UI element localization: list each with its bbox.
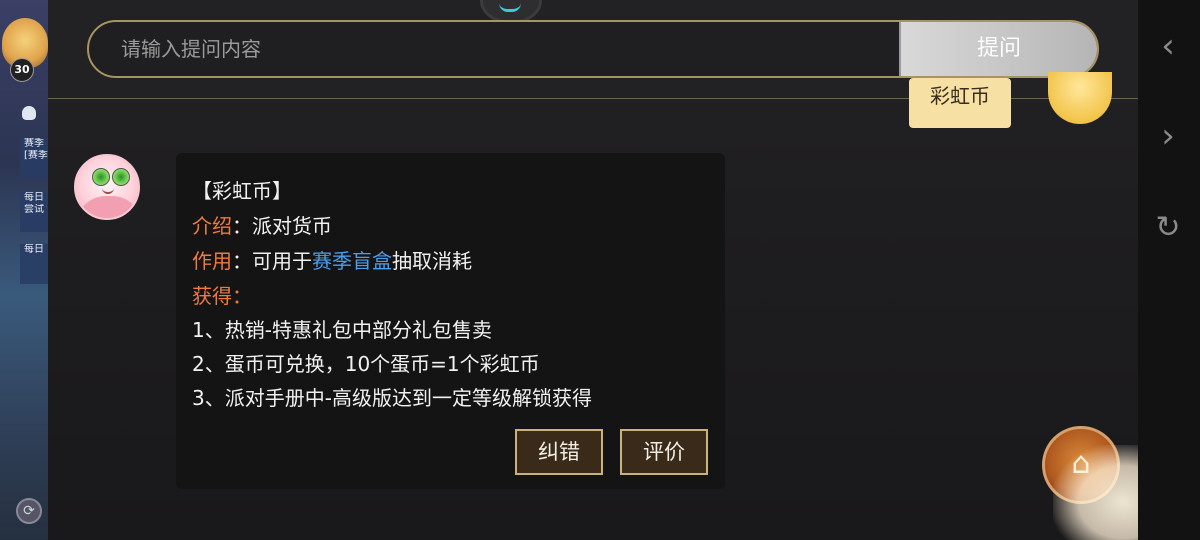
level-badge: 30	[10, 58, 34, 82]
use-suffix: 抽取消耗	[392, 249, 472, 273]
intro-row: 介绍：派对货币	[192, 210, 332, 239]
chevron-right-icon[interactable]: ›	[1148, 116, 1188, 156]
question-input[interactable]	[89, 22, 901, 76]
use-row: 作用：可用于赛季盲盒抽取消耗	[192, 245, 472, 274]
answer-title: 【彩虹币】	[192, 179, 292, 203]
tag-line: 赛季	[24, 138, 44, 149]
tag-line: 尝试	[24, 204, 44, 215]
season-tag[interactable]: 赛季 [赛季	[20, 138, 48, 178]
tag-line: [赛季	[24, 150, 48, 161]
intro-label: 介绍	[192, 214, 232, 238]
refresh-icon[interactable]: ↻	[1148, 208, 1188, 248]
game-side-panel: 30 赛季 [赛季 每日 尝试 每日 ⟳	[0, 0, 48, 540]
intro-text: ：派对货币	[232, 214, 332, 238]
user-avatar	[1048, 72, 1112, 124]
avatar-eye	[112, 168, 130, 186]
obtain-colon: ：	[232, 284, 252, 308]
browser-nav: ‹ › ↻	[1138, 0, 1200, 540]
daily-tag[interactable]: 每日 尝试	[20, 192, 48, 232]
chevron-left-icon[interactable]: ‹	[1148, 26, 1188, 66]
rate-button[interactable]: 评价	[620, 429, 708, 475]
search-box: 提问	[87, 20, 1099, 78]
sync-icon[interactable]: ⟳	[16, 498, 42, 524]
answer-card: 【彩虹币】 介绍：派对货币 作用：可用于赛季盲盒抽取消耗 获得： 1、热销-特惠…	[176, 153, 725, 489]
tag-line: 每日	[24, 192, 44, 203]
obtain-label: 获得	[192, 284, 232, 308]
report-error-button[interactable]: 纠错	[515, 429, 603, 475]
qa-panel: 提问 彩虹币 【彩虹币】 介绍：派对货币 作用：可用于赛季盲盒抽取消耗 获得： …	[48, 0, 1200, 540]
tag-line: 每日	[24, 244, 44, 255]
ghost-icon	[22, 106, 36, 120]
user-message-bubble: 彩虹币	[909, 78, 1011, 128]
obtain-row: 获得：	[192, 280, 252, 309]
daily-tag-2[interactable]: 每日	[20, 244, 48, 284]
obtain-item: 1、热销-特惠礼包中部分礼包售卖	[192, 318, 492, 342]
use-label: 作用	[192, 249, 232, 273]
obtain-item: 3、派对手册中-高级版达到一定等级解锁获得	[192, 386, 592, 410]
ask-button[interactable]: 提问	[899, 22, 1097, 76]
avatar-body	[76, 196, 138, 218]
use-prefix: ：可用于	[232, 249, 312, 273]
user-message-text: 彩虹币	[930, 84, 990, 108]
avatar-mouth	[102, 186, 114, 194]
avatar-eye	[92, 168, 110, 186]
season-blindbox-link[interactable]: 赛季盲盒	[312, 249, 392, 273]
obtain-item: 2、蛋币可兑换，10个蛋币=1个彩虹币	[192, 352, 540, 376]
bot-avatar	[74, 154, 140, 220]
